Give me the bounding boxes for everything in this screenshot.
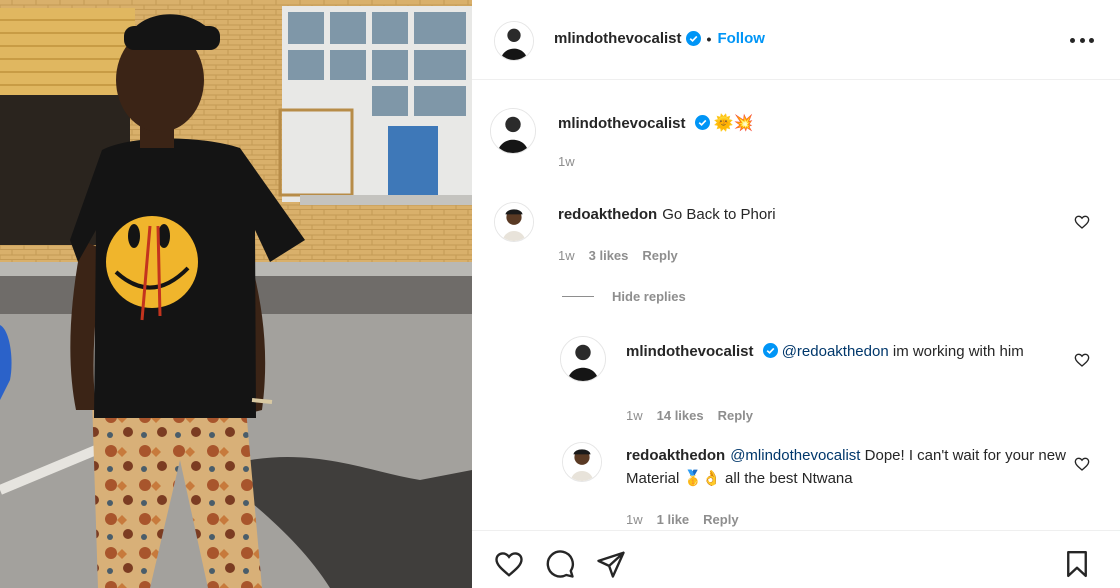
reply-like-heart-icon[interactable] [1074, 352, 1090, 368]
reply-text: redoakthedon @mlindothevocalist Dope! I c… [626, 444, 1066, 490]
reply-username[interactable]: mlindothevocalist [626, 343, 754, 360]
more-options-icon[interactable] [1070, 30, 1094, 50]
comments-section: mlindothevocalist 🌞💥 1w redoakthedon Go B… [472, 80, 1120, 530]
avatar-image [495, 22, 533, 60]
reply-like-heart-icon[interactable] [1074, 456, 1090, 472]
verified-badge-icon [685, 31, 701, 46]
caption-timestamp[interactable]: 1w [558, 154, 575, 169]
author-avatar[interactable] [494, 21, 534, 61]
reply-username[interactable]: redoakthedon [626, 447, 725, 464]
reply-meta: 1w 1 like Reply [626, 512, 739, 527]
hide-replies-toggle[interactable]: Hide replies [562, 289, 686, 304]
comment-username[interactable]: redoakthedon [558, 206, 657, 223]
reply-body: im working with him [888, 343, 1024, 360]
post-action-bar [472, 530, 1120, 588]
reply-likes[interactable]: 14 likes [657, 408, 704, 423]
hide-replies-label: Hide replies [612, 289, 686, 304]
caption-text: mlindothevocalist 🌞💥 [558, 112, 754, 135]
reply-timestamp[interactable]: 1w [626, 512, 643, 527]
comment-likes[interactable]: 3 likes [589, 248, 629, 263]
header-info: mlindothevocalist • Follow [554, 30, 765, 47]
post-header: mlindothevocalist • Follow [472, 0, 1120, 80]
avatar-image [563, 443, 601, 481]
post-photo-illustration [0, 0, 472, 588]
heart-icon[interactable] [494, 549, 524, 579]
caption-avatar[interactable] [490, 108, 536, 154]
caption-username[interactable]: mlindothevocalist [558, 115, 686, 132]
comment-icon[interactable] [545, 549, 575, 579]
share-icon[interactable] [596, 549, 626, 579]
comment-meta: 1w 3 likes Reply [558, 248, 678, 263]
caption-emoji: 🌞💥 [713, 115, 754, 132]
reply-text: mlindothevocalist @redoakthedon im worki… [626, 340, 1066, 363]
commenter-avatar[interactable] [494, 202, 534, 242]
post-detail-panel: mlindothevocalist • Follow mlindothevoca… [472, 0, 1120, 588]
verified-badge-icon [694, 115, 710, 130]
avatar-image [491, 109, 535, 153]
author-username[interactable]: mlindothevocalist [554, 30, 682, 47]
reply-avatar[interactable] [562, 442, 602, 482]
comment-timestamp[interactable]: 1w [558, 248, 575, 263]
reply-reply-button[interactable]: Reply [718, 408, 753, 423]
divider-line [562, 296, 594, 297]
reply-mention[interactable]: @mlindothevocalist [730, 447, 860, 464]
reply-likes[interactable]: 1 like [657, 512, 690, 527]
comment-body: Go Back to Phori [662, 206, 776, 223]
reply-timestamp[interactable]: 1w [626, 408, 643, 423]
follow-button[interactable]: Follow [717, 30, 765, 47]
separator-dot: • [706, 30, 712, 47]
reply-avatar[interactable] [560, 336, 606, 382]
verified-badge-icon [762, 343, 778, 358]
post-photo[interactable] [0, 0, 472, 588]
reply-meta: 1w 14 likes Reply [626, 408, 753, 423]
reply-reply-button[interactable]: Reply [703, 512, 738, 527]
avatar-image [495, 203, 533, 241]
avatar-image [561, 337, 605, 381]
reply-mention[interactable]: @redoakthedon [782, 343, 889, 360]
comment-reply-button[interactable]: Reply [642, 248, 677, 263]
comment-like-heart-icon[interactable] [1074, 214, 1090, 230]
bookmark-icon[interactable] [1062, 549, 1092, 579]
comment-text: redoakthedon Go Back to Phori [558, 203, 776, 226]
caption-meta: 1w [558, 154, 575, 169]
